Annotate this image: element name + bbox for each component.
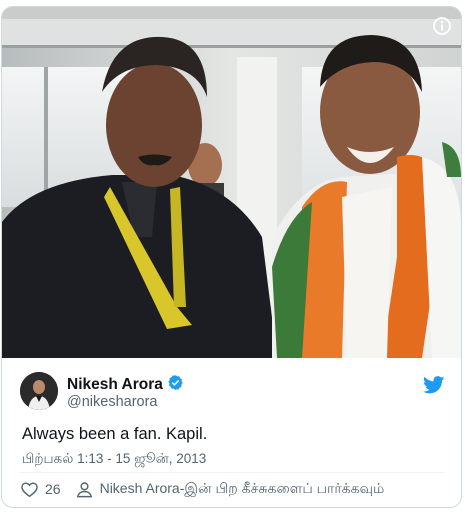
author-handle[interactable]: @nikesharora [67,394,157,410]
heart-icon [21,481,38,497]
avatar[interactable] [20,372,58,410]
info-icon[interactable] [433,17,451,35]
author-name-row[interactable]: Nikesh Arora [67,374,184,396]
author-display-name[interactable]: Nikesh Arora [67,376,163,394]
view-profile-label[interactable]: Nikesh Arora-இன் பிற கீச்சுகளைப் பார்க்க… [100,480,385,499]
twitter-bird-icon[interactable] [423,376,445,394]
like-button[interactable]: 26 [20,480,61,499]
tweet-text: Always been a fan. Kapil. [22,425,208,443]
verified-badge-icon [167,374,184,396]
photo-image [2,7,461,358]
tweet-author-header: Nikesh Arora @nikesharora [20,372,445,412]
tweet-actions: 26 Nikesh Arora-இன் பிற கீச்சுகளைப் பார்… [20,477,384,501]
embedded-tweet-card: Nikesh Arora @nikesharora Always been a … [1,6,462,508]
divider [20,472,445,473]
tweet-timestamp[interactable]: பிற்பகல் 1:13 - 15 ஜூன், 2013 [22,451,206,469]
tweet-photo[interactable] [2,7,461,358]
like-count: 26 [45,481,61,497]
view-profile-link[interactable]: Nikesh Arora-இன் பிற கீச்சுகளைப் பார்க்க… [75,480,385,499]
person-icon [76,481,92,497]
